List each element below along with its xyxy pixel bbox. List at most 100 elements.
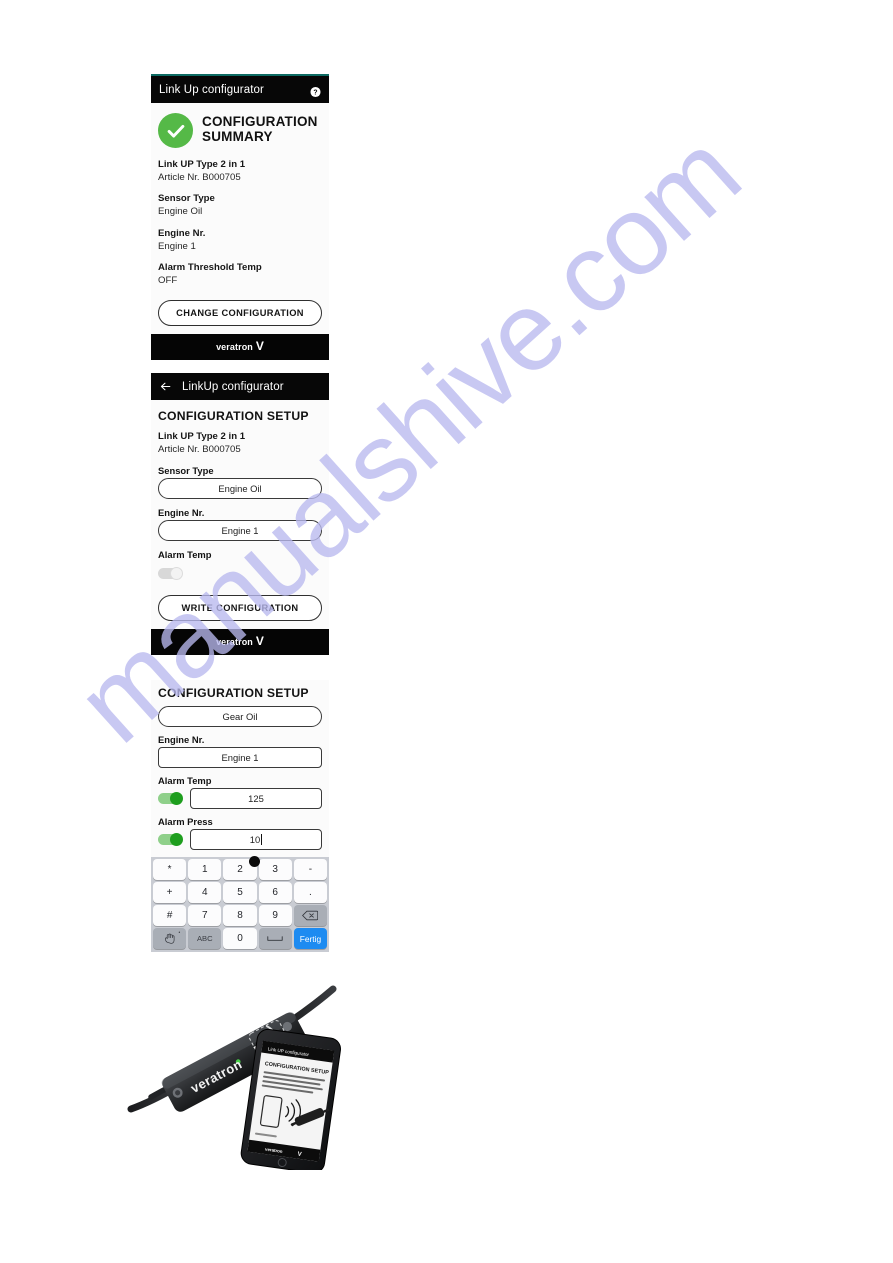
kbd-sensor-type-group: Gear Oil	[158, 706, 322, 727]
keyboard-row-3: # 7 8 9	[151, 904, 329, 927]
summary-sensor-type-value: Engine Oil	[158, 206, 203, 218]
write-configuration-button[interactable]: WRITE CONFIGURATION	[158, 595, 322, 622]
summary-appbar: Link Up configurator ?	[151, 76, 329, 103]
summary-article-nr: Article Nr. B000705	[158, 171, 241, 183]
summary-sensor-type-label: Sensor Type	[158, 193, 215, 205]
panel-setup-with-keyboard: CONFIGURATION SETUP Gear Oil Engine Nr. …	[151, 680, 329, 952]
key-minus[interactable]: -	[293, 859, 328, 880]
arrow-left-icon[interactable]	[159, 380, 172, 393]
key-8[interactable]: 8	[223, 905, 257, 926]
kbd-alarm-press-toggle[interactable]	[158, 833, 183, 846]
summary-appbar-title: Link Up configurator	[159, 83, 264, 96]
keyboard-row-2: + 4 5 6 .	[151, 881, 329, 904]
setup-appbar-title: LinkUp configurator	[182, 380, 284, 393]
backspace-icon[interactable]	[293, 905, 328, 926]
veratron-wordmark: veratron	[216, 637, 253, 648]
veratron-wordmark: veratron	[216, 341, 253, 352]
setup-heading: CONFIGURATION SETUP	[158, 409, 309, 423]
kbd-alarm-press-value: 10	[249, 834, 261, 845]
summary-header: CONFIGURATION SUMMARY	[158, 112, 322, 148]
setup-sensor-type-group: Sensor Type Engine Oil	[158, 465, 322, 500]
kbd-alarm-temp-group: Alarm Temp 125	[158, 775, 322, 809]
kbd-sensor-type-select[interactable]: Gear Oil	[158, 706, 322, 727]
key-6[interactable]: 6	[258, 882, 292, 903]
setup-article-nr: Article Nr. B000705	[158, 443, 241, 455]
setup-brand-bar: veratron V	[151, 629, 329, 656]
setup-engine-nr-label: Engine Nr.	[158, 507, 205, 519]
panel-configuration-summary: Link Up configurator ? CONFIGURATION SUM…	[151, 74, 329, 360]
setup-product: Link UP Type 2 in 1 Article Nr. B000705	[158, 431, 322, 456]
toggle-knob-icon	[170, 567, 183, 581]
setup-engine-nr-group: Engine Nr. Engine 1	[158, 507, 322, 542]
summary-brand-bar: veratron V	[151, 333, 329, 360]
touch-point-indicator	[249, 856, 260, 867]
svg-text:?: ?	[313, 89, 317, 96]
kbd-alarm-press-input[interactable]: 10	[190, 829, 322, 850]
key-7[interactable]: 7	[188, 905, 222, 926]
setup-appbar: LinkUp configurator	[151, 373, 329, 400]
keyboard-panel-body: CONFIGURATION SETUP Gear Oil Engine Nr. …	[151, 680, 329, 857]
setup-sensor-type-label: Sensor Type	[158, 465, 214, 477]
help-circle-icon[interactable]: ?	[310, 84, 321, 97]
text-caret	[261, 834, 263, 845]
key-period[interactable]: .	[293, 882, 328, 903]
summary-product: Link UP Type 2 in 1 Article Nr. B000705	[158, 159, 322, 184]
kbd-alarm-temp-toggle[interactable]	[158, 792, 183, 805]
summary-field-alarm-threshold: Alarm Threshold Temp OFF	[158, 262, 322, 287]
kbd-alarm-press-group: Alarm Press 10	[158, 816, 322, 850]
kbd-engine-nr-group: Engine Nr. Engine 1	[158, 734, 322, 768]
setup-product-name: Link UP Type 2 in 1	[158, 431, 246, 442]
setup-alarm-temp-group: Alarm Temp	[158, 549, 322, 584]
phone-brand-v-icon: V	[297, 1152, 302, 1159]
veratron-v-icon: V	[255, 338, 264, 353]
keyboard-row-4: • ABC 0 Fertig	[151, 927, 329, 950]
veratron-v-icon: V	[255, 634, 264, 649]
summary-engine-nr-label: Engine Nr.	[158, 227, 206, 239]
setup-sensor-type-select[interactable]: Engine Oil	[158, 478, 322, 500]
kbd-alarm-temp-label: Alarm Temp	[158, 775, 212, 786]
summary-field-engine-nr: Engine Nr. Engine 1	[158, 228, 322, 253]
handwriting-icon[interactable]: •	[153, 928, 187, 949]
summary-body: CONFIGURATION SUMMARY Link UP Type 2 in …	[151, 103, 329, 334]
summary-heading: CONFIGURATION SUMMARY	[202, 114, 318, 145]
kbd-alarm-press-row: 10	[158, 829, 322, 850]
key-plus[interactable]: +	[153, 882, 187, 903]
kbd-engine-nr-label: Engine Nr.	[158, 734, 205, 745]
space-icon[interactable]	[258, 928, 292, 949]
key-asterisk[interactable]: *	[153, 859, 187, 880]
panel-configuration-setup: LinkUp configurator CONFIGURATION SETUP …	[151, 373, 329, 656]
product-photo-illustration: veratron V Link UP configurator CONFIGUR…	[127, 985, 341, 1174]
numeric-keyboard: * 1 2 3 - + 4 5 6 . # 7 8 9 • ABC 0 Fert…	[151, 857, 329, 952]
handwriting-badge: •	[178, 930, 181, 936]
change-configuration-button[interactable]: CHANGE CONFIGURATION	[158, 299, 322, 326]
key-9[interactable]: 9	[258, 905, 292, 926]
key-0[interactable]: 0	[223, 928, 257, 949]
kbd-alarm-temp-input[interactable]: 125	[190, 788, 322, 809]
setup-alarm-temp-label: Alarm Temp	[158, 549, 212, 561]
kbd-alarm-press-label: Alarm Press	[158, 816, 213, 827]
key-abc[interactable]: ABC	[188, 928, 222, 949]
product-photo: veratron V Link UP configurator CONFIGUR…	[125, 985, 360, 1174]
kbd-engine-nr-select[interactable]: Engine 1	[158, 747, 322, 768]
summary-product-name: Link UP Type 2 in 1	[158, 159, 246, 170]
kbd-alarm-temp-row: 125	[158, 788, 322, 809]
check-circle-icon	[158, 113, 193, 148]
setup-engine-nr-select[interactable]: Engine 1	[158, 520, 322, 542]
key-3[interactable]: 3	[258, 859, 292, 880]
summary-alarm-threshold-label: Alarm Threshold Temp	[158, 262, 262, 274]
toggle-knob-icon	[170, 833, 183, 846]
summary-alarm-threshold-value: OFF	[158, 275, 178, 287]
summary-engine-nr-value: Engine 1	[158, 240, 196, 252]
toggle-knob-icon	[170, 792, 183, 805]
key-4[interactable]: 4	[188, 882, 222, 903]
setup-body: CONFIGURATION SETUP Link UP Type 2 in 1 …	[151, 400, 329, 630]
key-fertig-done[interactable]: Fertig	[293, 928, 328, 949]
kbd-setup-heading: CONFIGURATION SETUP	[158, 686, 309, 700]
key-5[interactable]: 5	[223, 882, 257, 903]
page-root: manualshive.com Link Up configurator ? C…	[0, 0, 893, 1263]
summary-field-sensor-type: Sensor Type Engine Oil	[158, 193, 322, 218]
key-hash[interactable]: #	[153, 905, 187, 926]
key-1[interactable]: 1	[188, 859, 222, 880]
keyboard-row-1: * 1 2 3 -	[151, 858, 329, 881]
setup-alarm-temp-toggle[interactable]	[158, 567, 183, 581]
